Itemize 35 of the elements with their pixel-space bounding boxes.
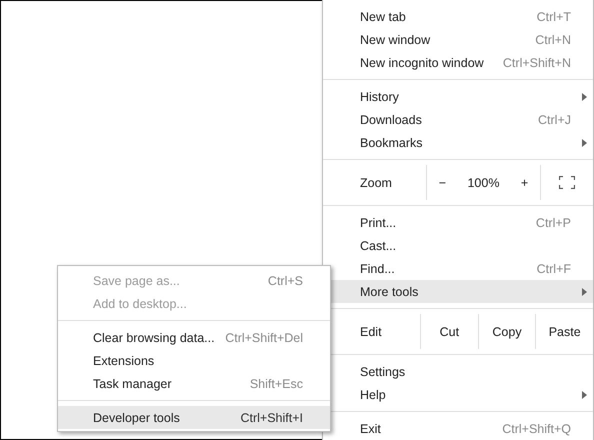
edit-label: Edit xyxy=(359,324,383,340)
menu-item[interactable]: History xyxy=(323,85,593,108)
keyboard-shortcut: Ctrl+J xyxy=(538,112,571,126)
submenu-arrow-icon xyxy=(582,288,587,296)
zoom-out-button[interactable]: − xyxy=(434,174,450,192)
fullscreen-icon[interactable] xyxy=(559,176,575,189)
keyboard-shortcut: Ctrl+Shift+Del xyxy=(225,330,303,344)
menu-item[interactable]: New tab Ctrl+T xyxy=(323,5,593,28)
keyboard-shortcut: Ctrl+N xyxy=(535,32,571,46)
menu-item[interactable]: Extensions xyxy=(58,349,330,372)
keyboard-shortcut: Ctrl+Shift+N xyxy=(502,56,571,70)
keyboard-shortcut: Ctrl+P xyxy=(536,216,571,230)
keyboard-shortcut: Ctrl+S xyxy=(268,274,303,288)
edit-button[interactable]: Paste xyxy=(535,314,594,349)
menu-item[interactable]: New incognito window Ctrl+Shift+N xyxy=(323,51,593,74)
menu-item[interactable]: Bookmarks xyxy=(323,131,593,154)
keyboard-shortcut: Ctrl+Shift+Q xyxy=(502,422,571,436)
menu-item[interactable]: Developer tools Ctrl+Shift+I xyxy=(58,406,330,429)
edit-button[interactable]: Copy xyxy=(478,314,536,349)
menu-item[interactable]: Cast... xyxy=(323,234,593,257)
menu-item[interactable]: New window Ctrl+N xyxy=(323,28,593,51)
keyboard-shortcut: Ctrl+Shift+I xyxy=(240,410,303,424)
menu-item[interactable]: Clear browsing data... Ctrl+Shift+Del xyxy=(58,326,330,349)
zoom-level: 100% xyxy=(466,176,500,190)
keyboard-shortcut: Shift+Esc xyxy=(250,376,303,390)
submenu-arrow-icon xyxy=(582,391,587,399)
menu-item[interactable]: Print... Ctrl+P xyxy=(323,211,593,234)
submenu-arrow-icon xyxy=(582,139,587,147)
zoom-in-button[interactable]: + xyxy=(516,174,532,192)
submenu-arrow-icon xyxy=(582,93,587,101)
zoom-label: Zoom xyxy=(359,174,393,192)
edit-button[interactable]: Cut xyxy=(420,314,478,349)
keyboard-shortcut: Ctrl+F xyxy=(536,262,571,276)
menu-item[interactable]: Downloads Ctrl+J xyxy=(323,108,593,131)
keyboard-shortcut: Ctrl+T xyxy=(536,10,571,24)
